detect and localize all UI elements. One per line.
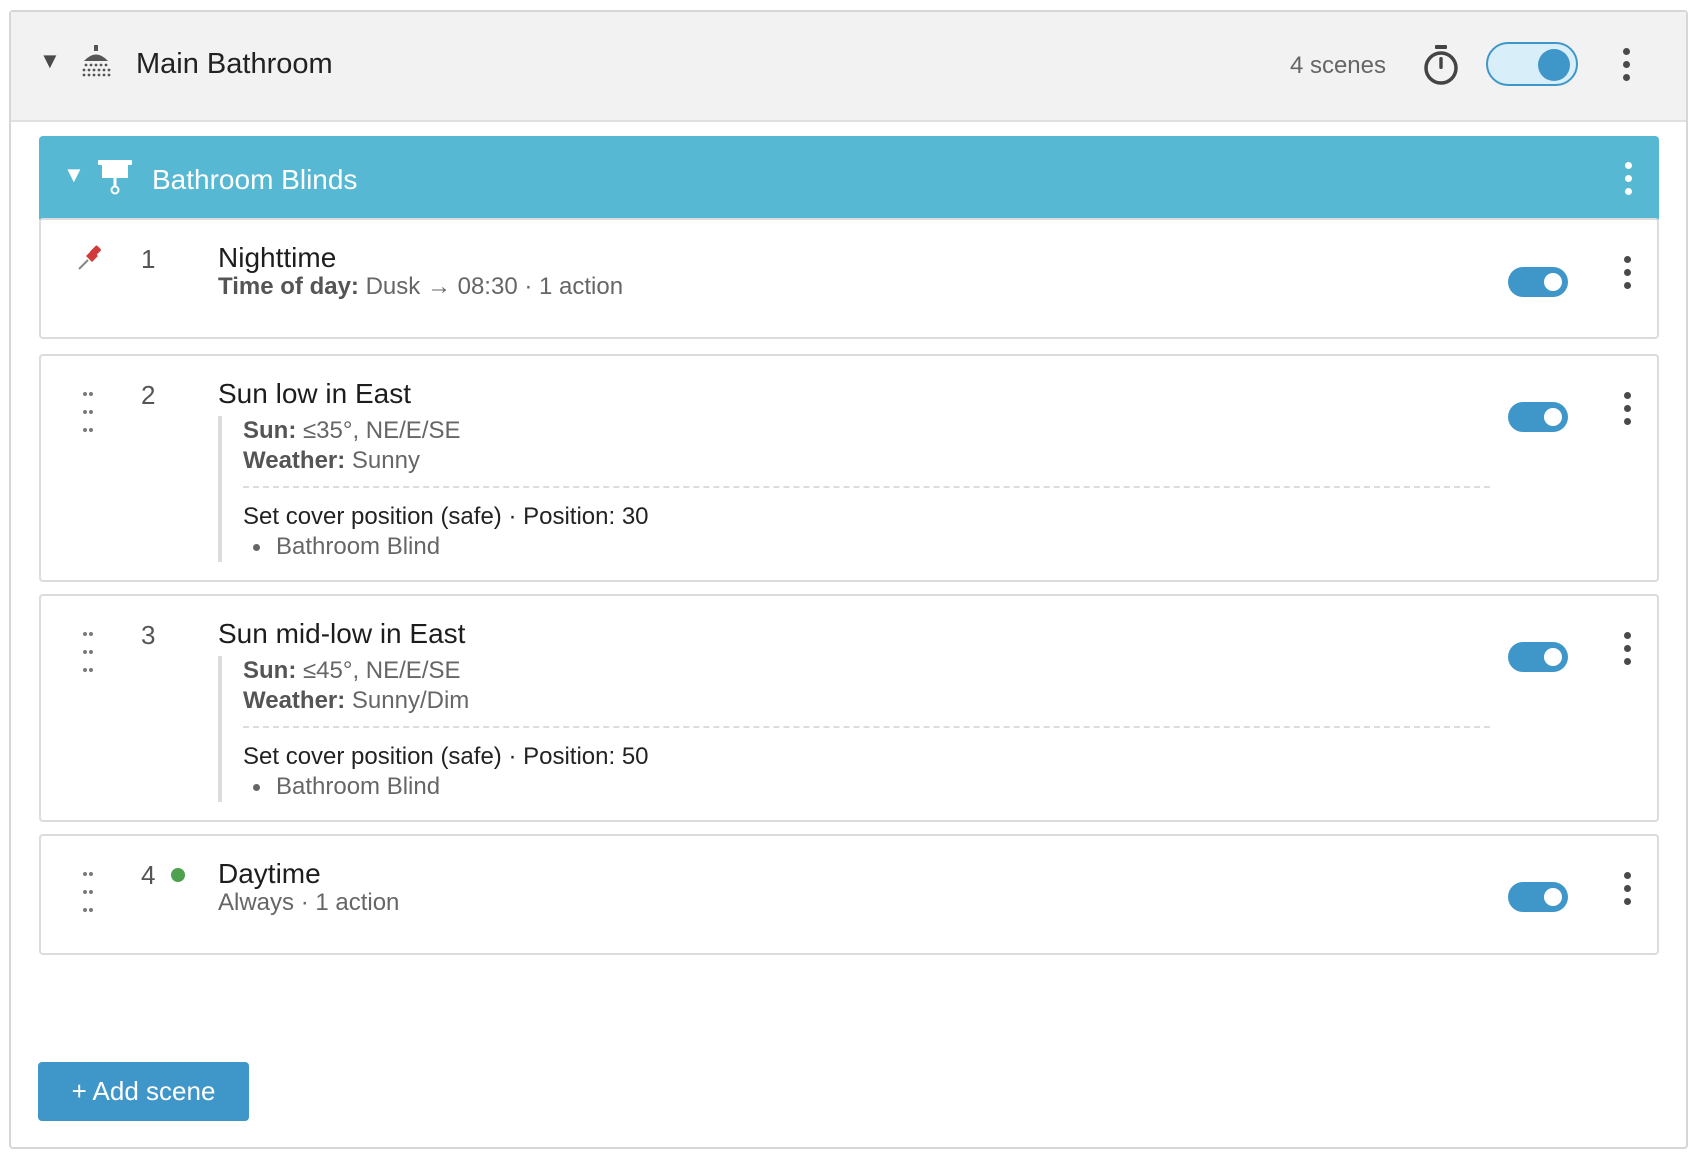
scene-card[interactable]: 2 Sun low in East Sun: ≤35°, NE/E/SE Wea… <box>39 354 1659 582</box>
summary-value: Dusk → 08:30 · 1 action <box>365 273 624 300</box>
scene-summary: Always · 1 action <box>218 889 400 916</box>
blinds-icon <box>97 158 133 201</box>
scene-more-icon[interactable] <box>1624 872 1632 911</box>
condition-weather: Weather: Sunny <box>243 447 420 474</box>
room-panel: ▼ Main Bathroom 4 scenes ▼ Bathroom Blin… <box>9 10 1688 1149</box>
scene-card[interactable]: 4 Daytime Always · 1 action <box>39 834 1659 955</box>
scene-card[interactable]: 3 Sun mid-low in East Sun: ≤45°, NE/E/SE… <box>39 594 1659 822</box>
scene-name: Daytime <box>218 858 321 889</box>
scene-enable-toggle[interactable] <box>1508 642 1568 672</box>
divider <box>243 486 1490 488</box>
scene-action: Set cover position (safe) · Position: 50 <box>243 743 649 770</box>
collapse-caret-icon[interactable]: ▼ <box>39 48 61 74</box>
room-more-icon[interactable] <box>1623 48 1631 87</box>
toggle-knob <box>1544 408 1562 426</box>
scene-count: 4 scenes <box>1289 52 1386 79</box>
add-scene-button[interactable]: + Add scene <box>38 1062 249 1121</box>
scene-name: Nighttime <box>218 242 337 273</box>
drag-handle-icon[interactable] <box>83 866 97 920</box>
group-more-icon[interactable] <box>1625 162 1633 201</box>
scene-enable-toggle[interactable] <box>1508 267 1568 297</box>
room-title: Main Bathroom <box>136 48 333 80</box>
active-indicator <box>171 868 185 882</box>
scene-number: 1 <box>141 244 156 274</box>
scene-card[interactable]: 1 Nighttime Time of day: Dusk → 08:30 · … <box>39 218 1659 339</box>
group-header[interactable]: ▼ Bathroom Blinds <box>39 136 1659 222</box>
group-title: Bathroom Blinds <box>152 164 358 195</box>
action-target: Bathroom Blind <box>243 532 1490 562</box>
condition-weather: Weather: Sunny/Dim <box>243 687 470 714</box>
scene-summary: Time of day: Dusk → 08:30 · 1 action <box>218 273 623 301</box>
scene-name: Sun low in East <box>218 378 411 409</box>
scene-details: Sun: ≤35°, NE/E/SE Weather: Sunny Set co… <box>218 416 1490 562</box>
scene-details: Sun: ≤45°, NE/E/SE Weather: Sunny/Dim Se… <box>218 656 1490 802</box>
scene-number: 3 <box>141 620 156 650</box>
toggle-knob <box>1544 888 1562 906</box>
condition-sun: Sun: ≤45°, NE/E/SE <box>243 657 461 684</box>
divider <box>243 726 1490 728</box>
scene-enable-toggle[interactable] <box>1508 402 1568 432</box>
collapse-caret-icon[interactable]: ▼ <box>63 162 85 188</box>
scene-name: Sun mid-low in East <box>218 618 466 649</box>
action-target: Bathroom Blind <box>243 772 1490 802</box>
toggle-knob <box>1544 273 1562 291</box>
scene-number: 4 <box>141 860 156 890</box>
scene-more-icon[interactable] <box>1624 392 1632 431</box>
scene-enable-toggle[interactable] <box>1508 882 1568 912</box>
drag-handle-icon[interactable] <box>83 386 97 440</box>
drag-handle-icon[interactable] <box>83 626 97 680</box>
timer-icon[interactable] <box>1421 44 1461 91</box>
scene-number: 2 <box>141 380 156 410</box>
room-enable-toggle[interactable] <box>1486 42 1578 86</box>
scene-more-icon[interactable] <box>1624 256 1632 295</box>
shower-icon <box>81 44 111 85</box>
toggle-knob <box>1538 49 1570 81</box>
condition-sun: Sun: ≤35°, NE/E/SE <box>243 417 461 444</box>
toggle-knob <box>1544 648 1562 666</box>
scene-more-icon[interactable] <box>1624 632 1632 671</box>
scene-action: Set cover position (safe) · Position: 30 <box>243 503 649 530</box>
summary-label: Time of day: <box>218 273 359 300</box>
room-header[interactable]: ▼ Main Bathroom 4 scenes <box>11 12 1686 122</box>
pin-icon[interactable] <box>76 244 104 277</box>
